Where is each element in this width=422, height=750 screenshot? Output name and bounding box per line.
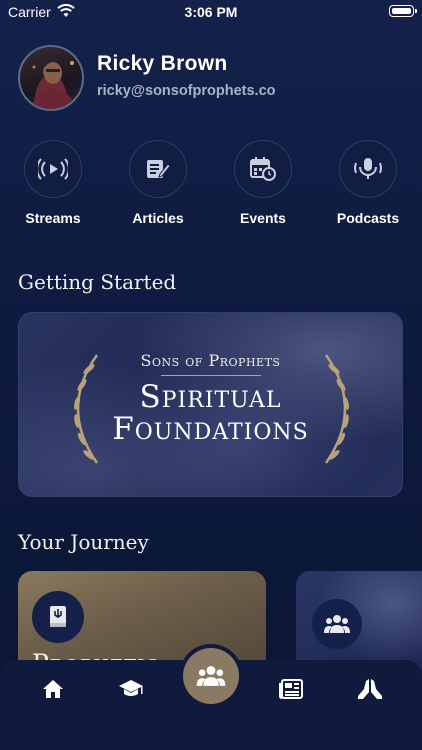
- profile-email: ricky@sonsofprophets.co: [97, 83, 276, 99]
- status-bar: Carrier 3:06 PM: [0, 0, 422, 24]
- quick-link-events[interactable]: Events: [217, 140, 309, 226]
- spiritual-foundations-banner[interactable]: Sons of Prophets Spiritual Foundations: [18, 312, 403, 497]
- banner-title-line2: Foundations: [112, 411, 309, 447]
- banner-divider: [161, 375, 261, 376]
- tab-news[interactable]: [266, 674, 316, 704]
- profile-header[interactable]: Ricky Brown ricky@sonsofprophets.co: [18, 45, 408, 113]
- banner-subtitle: Sons of Prophets: [140, 351, 281, 370]
- quick-link-articles[interactable]: Articles: [112, 140, 204, 226]
- graduation-cap-icon: [119, 680, 143, 696]
- podcasts-icon: [339, 140, 397, 198]
- quick-link-label: Events: [240, 210, 286, 226]
- your-journey-title: Your Journey: [18, 530, 149, 554]
- tab-community[interactable]: [183, 648, 239, 704]
- quick-link-label: Podcasts: [336, 210, 400, 226]
- profile-name: Ricky Brown: [97, 52, 228, 75]
- articles-icon: [129, 140, 187, 198]
- group-icon: [312, 599, 362, 649]
- tab-courses[interactable]: [106, 674, 156, 704]
- book-icon: [32, 591, 84, 643]
- events-icon: [234, 140, 292, 198]
- battery-icon: [389, 5, 417, 17]
- avatar-portrait-icon: [30, 61, 76, 109]
- tab-home[interactable]: [28, 674, 78, 704]
- banner-title-line1: Spiritual: [139, 379, 282, 415]
- community-icon: [196, 666, 226, 686]
- avatar[interactable]: [18, 45, 84, 111]
- tab-prayer[interactable]: [345, 674, 395, 704]
- newspaper-icon: [279, 679, 303, 699]
- home-icon: [43, 680, 63, 698]
- quick-link-podcasts[interactable]: Podcasts: [322, 140, 414, 226]
- getting-started-title: Getting Started: [18, 270, 177, 294]
- streams-icon: [24, 140, 82, 198]
- quick-link-streams[interactable]: Streams: [7, 140, 99, 226]
- quick-link-label: Streams: [25, 210, 81, 226]
- clock: 3:06 PM: [184, 4, 238, 20]
- praying-hands-icon: [358, 679, 382, 699]
- quick-link-label: Articles: [132, 210, 184, 226]
